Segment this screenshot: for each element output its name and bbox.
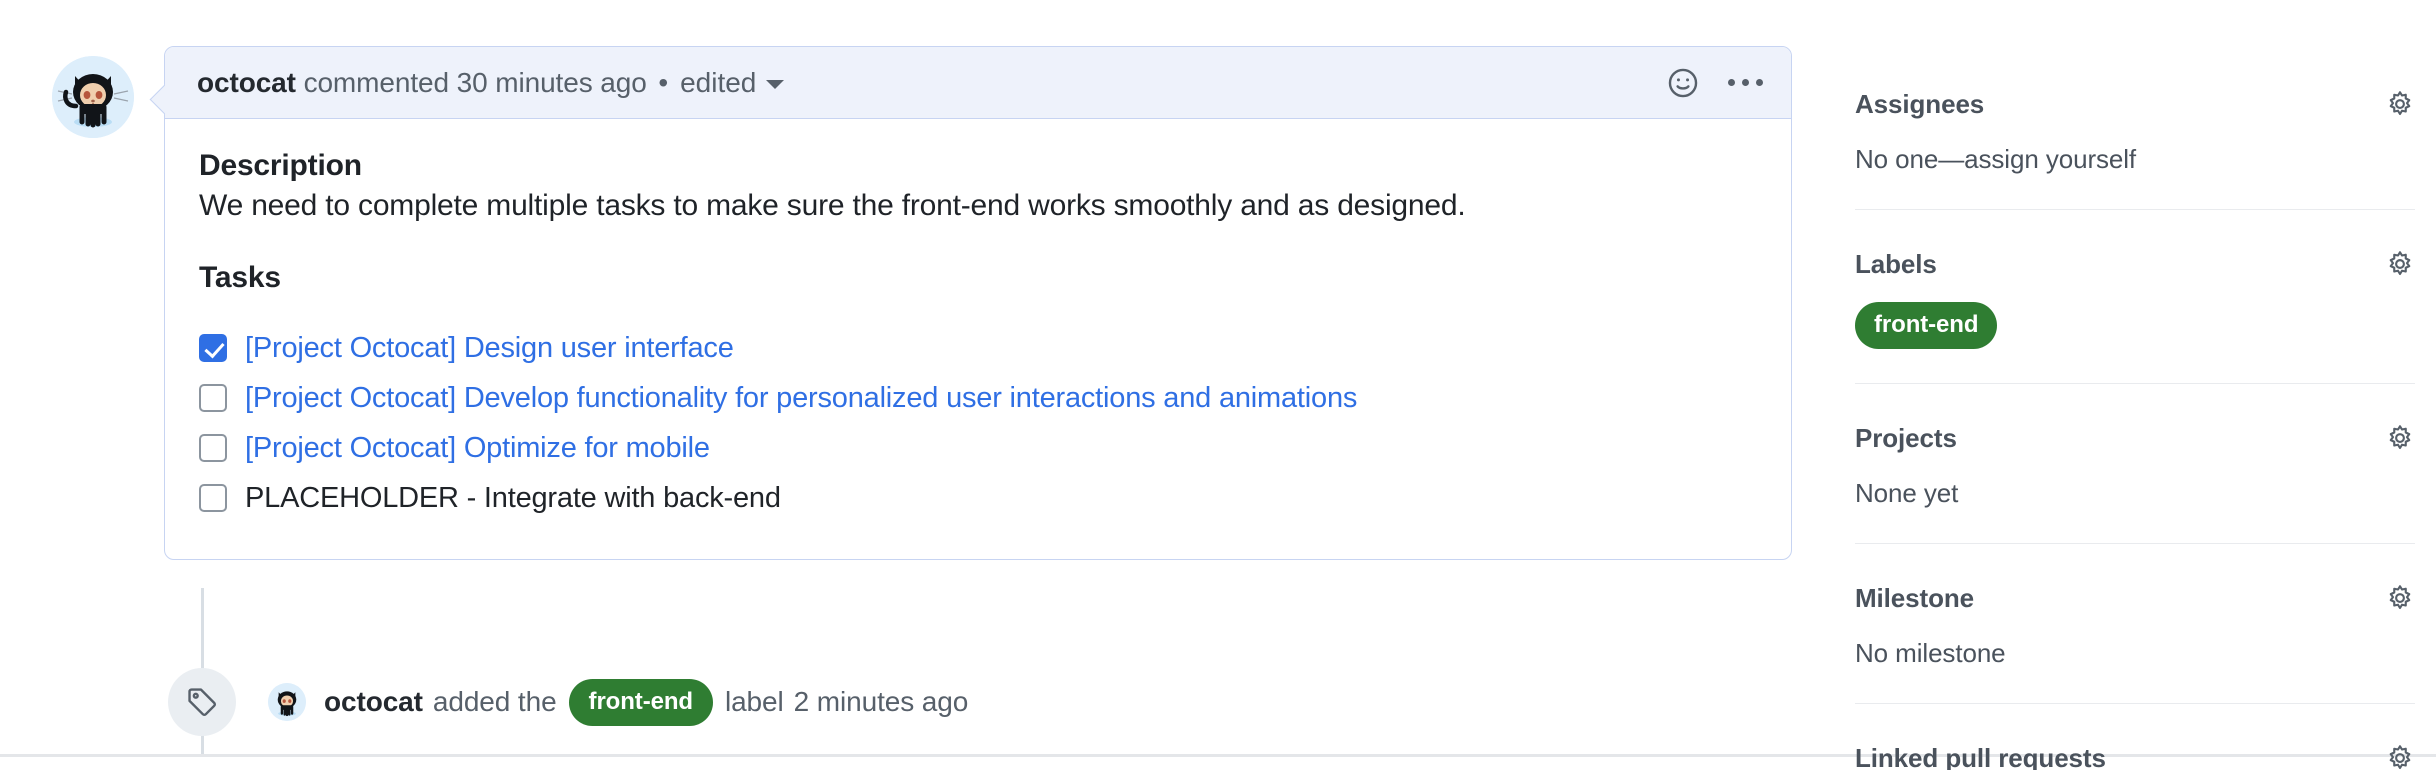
issue-sidebar: Assignees No one—assign yourself Labels bbox=[1855, 0, 2415, 770]
sidebar-section-milestone: Milestone No milestone bbox=[1855, 578, 2415, 704]
sidebar-section-title: Labels bbox=[1855, 249, 1937, 280]
sidebar-divider bbox=[1855, 703, 2415, 704]
comment-timestamp[interactable]: 30 minutes ago bbox=[457, 67, 647, 98]
description-heading: Description bbox=[199, 149, 1757, 183]
task-list: [Project Octocat] Design user interface … bbox=[199, 323, 1757, 523]
sidebar-spacer bbox=[1855, 384, 2415, 418]
sidebar-spacer bbox=[1855, 544, 2415, 578]
task-label[interactable]: [Project Octocat] Develop functionality … bbox=[245, 382, 1357, 415]
task-label: PLACEHOLDER - Integrate with back-end bbox=[245, 482, 781, 515]
task-label[interactable]: [Project Octocat] Design user interface bbox=[245, 332, 734, 365]
sidebar-section-title: Assignees bbox=[1855, 89, 1984, 120]
gear-icon[interactable] bbox=[2385, 249, 2415, 279]
task-checkbox[interactable] bbox=[199, 434, 227, 462]
timeline-action-suffix: label bbox=[725, 686, 784, 718]
gear-icon[interactable] bbox=[2385, 423, 2415, 453]
edited-dropdown[interactable]: edited bbox=[680, 67, 784, 99]
sidebar-section-title: Linked pull requests bbox=[1855, 743, 2106, 770]
timeline-label-chip[interactable]: front-end bbox=[569, 679, 713, 726]
sidebar-section-header: Labels bbox=[1855, 244, 2415, 284]
kebab-menu-icon[interactable] bbox=[1725, 63, 1765, 103]
timeline-action-prefix: added the bbox=[423, 686, 557, 718]
issue-main-column: octocat commented 30 minutes ago • edite… bbox=[0, 0, 1840, 770]
comment-meta: octocat commented 30 minutes ago • bbox=[197, 67, 672, 99]
gear-icon[interactable] bbox=[2385, 743, 2415, 770]
comment-action: commented bbox=[304, 67, 449, 98]
comment-body: Description We need to complete multiple… bbox=[165, 119, 1791, 559]
projects-value: None yet bbox=[1855, 478, 2415, 509]
chevron-down-icon bbox=[766, 80, 784, 89]
comment-author[interactable]: octocat bbox=[197, 67, 296, 98]
task-item: [Project Octocat] Optimize for mobile bbox=[199, 423, 1757, 473]
meta-separator: • bbox=[654, 67, 672, 98]
task-item: PLACEHOLDER - Integrate with back-end bbox=[199, 473, 1757, 523]
sidebar-section-assignees: Assignees No one—assign yourself bbox=[1855, 84, 2415, 210]
timeline-timestamp[interactable]: 2 minutes ago bbox=[784, 686, 969, 718]
comment-actions bbox=[1663, 63, 1765, 103]
octocat-avatar[interactable] bbox=[268, 683, 306, 721]
sidebar-spacer bbox=[1855, 210, 2415, 244]
sidebar-section-linked-pull-requests: Linked pull requests bbox=[1855, 738, 2415, 770]
milestone-value: No milestone bbox=[1855, 638, 2415, 669]
sidebar-spacer bbox=[1855, 704, 2415, 738]
kebab-dot bbox=[1756, 79, 1763, 86]
sidebar-section-labels: Labels front-end bbox=[1855, 244, 2415, 384]
task-checkbox[interactable] bbox=[199, 484, 227, 512]
task-checkbox[interactable] bbox=[199, 384, 227, 412]
smiley-icon[interactable] bbox=[1663, 63, 1703, 103]
sidebar-section-header: Linked pull requests bbox=[1855, 738, 2415, 770]
sidebar-divider bbox=[1855, 543, 2415, 544]
gear-icon[interactable] bbox=[2385, 583, 2415, 613]
sidebar-section-header: Assignees bbox=[1855, 84, 2415, 124]
sidebar-section-title: Projects bbox=[1855, 423, 1957, 454]
github-issue-page: octocat commented 30 minutes ago • edite… bbox=[0, 0, 2436, 770]
kebab-dot bbox=[1742, 79, 1749, 86]
comment-box: octocat commented 30 minutes ago • edite… bbox=[164, 46, 1792, 560]
sidebar-section-header: Projects bbox=[1855, 418, 2415, 458]
sidebar-section-title: Milestone bbox=[1855, 583, 1974, 614]
octocat-avatar[interactable] bbox=[52, 56, 134, 138]
edited-label: edited bbox=[680, 67, 756, 99]
sidebar-divider bbox=[1855, 209, 2415, 210]
timeline-event-labeled: octocat added the front-end label 2 minu… bbox=[168, 668, 968, 736]
sidebar-divider bbox=[1855, 383, 2415, 384]
sidebar-section-header: Milestone bbox=[1855, 578, 2415, 618]
assignees-value[interactable]: No one—assign yourself bbox=[1855, 144, 2415, 175]
task-label[interactable]: [Project Octocat] Optimize for mobile bbox=[245, 432, 710, 465]
task-item: [Project Octocat] Design user interface bbox=[199, 323, 1757, 373]
sidebar-label-chip[interactable]: front-end bbox=[1855, 302, 1997, 349]
tag-icon bbox=[168, 668, 236, 736]
kebab-dot bbox=[1728, 79, 1735, 86]
tasks-heading: Tasks bbox=[199, 261, 1757, 295]
sidebar-section-projects: Projects None yet bbox=[1855, 418, 2415, 544]
comment-header: octocat commented 30 minutes ago • edite… bbox=[165, 47, 1791, 119]
task-checkbox[interactable] bbox=[199, 334, 227, 362]
description-text: We need to complete multiple tasks to ma… bbox=[199, 189, 1757, 223]
task-item: [Project Octocat] Develop functionality … bbox=[199, 373, 1757, 423]
gear-icon[interactable] bbox=[2385, 89, 2415, 119]
timeline-actor[interactable]: octocat bbox=[324, 686, 423, 718]
timeline-event-text: octocat added the front-end label 2 minu… bbox=[324, 679, 968, 726]
